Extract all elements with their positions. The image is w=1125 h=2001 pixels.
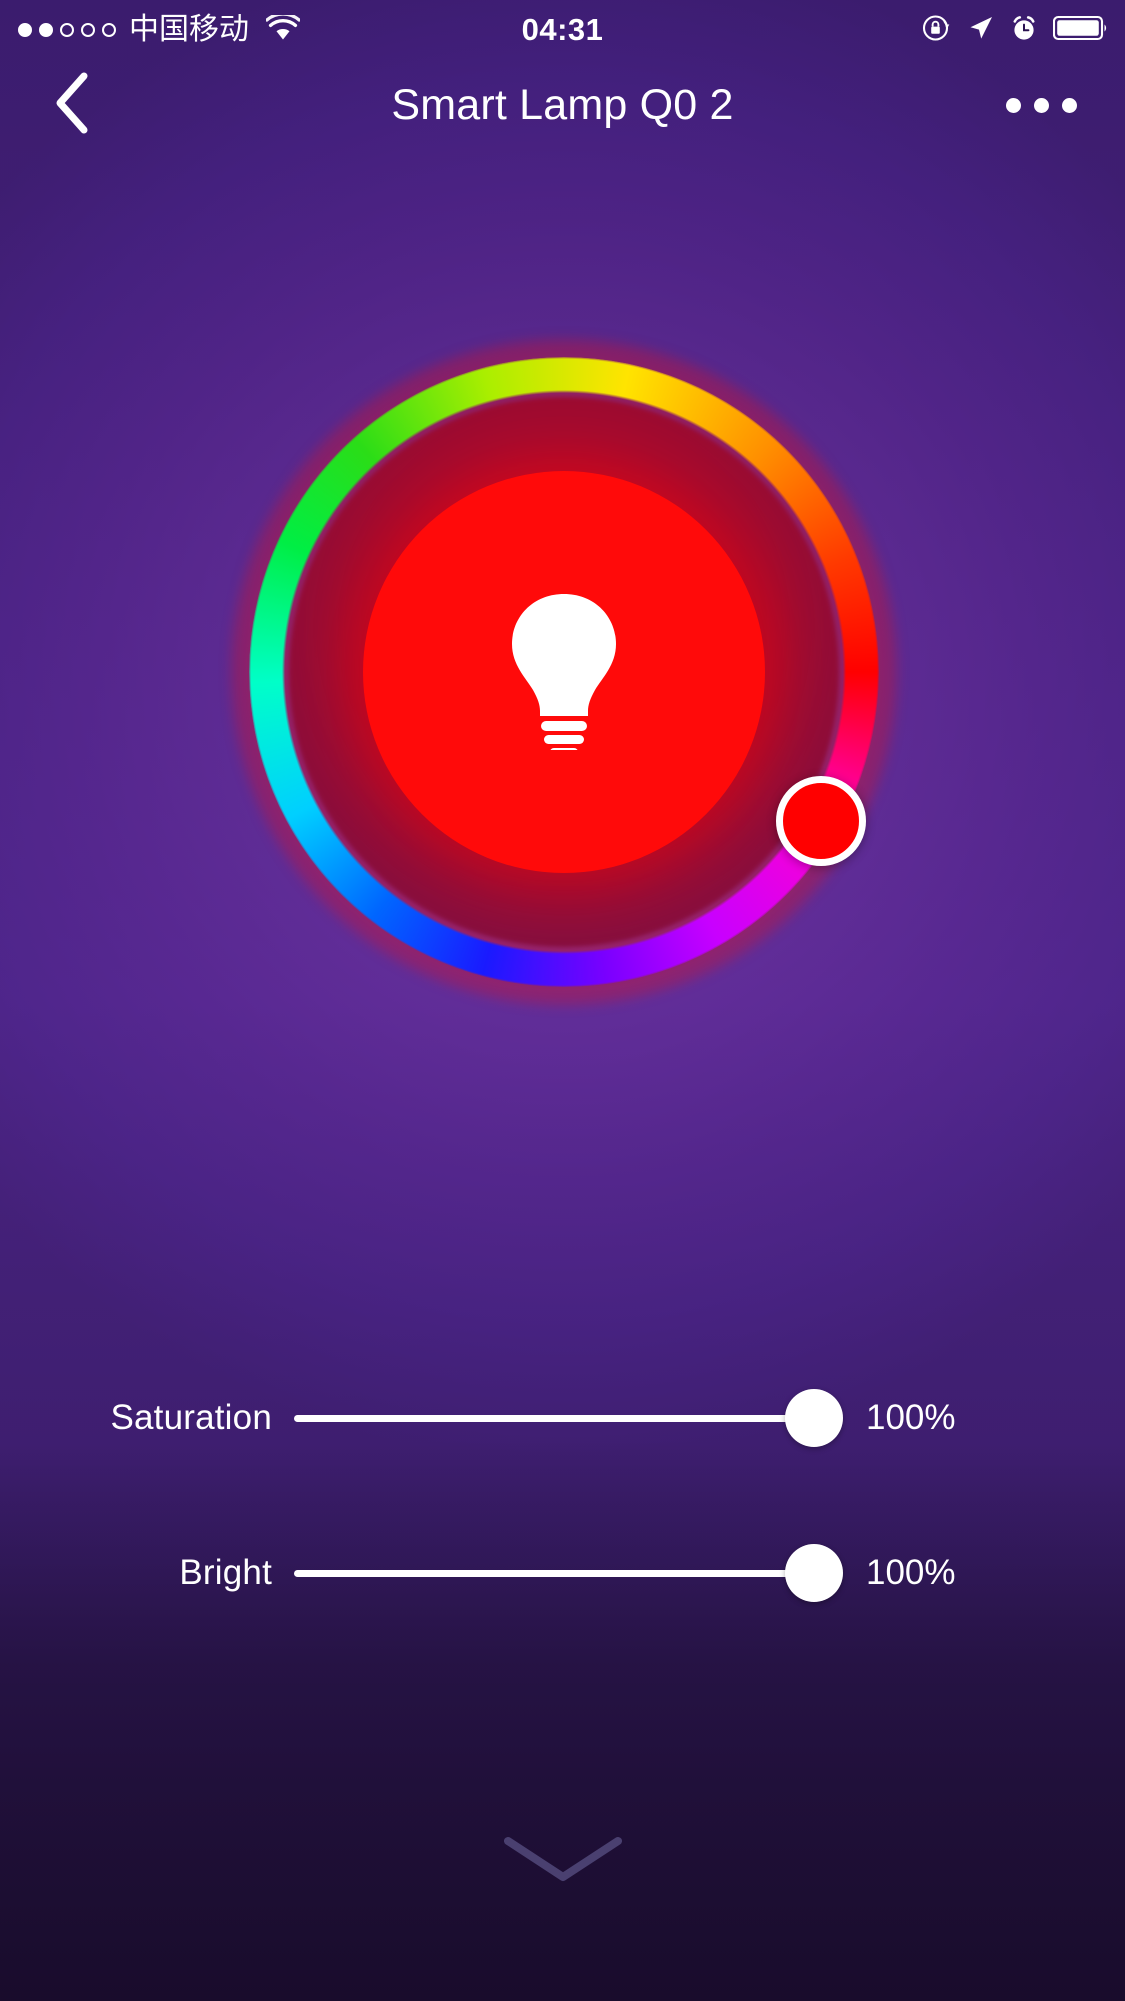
- bright-slider-thumb[interactable]: [785, 1544, 843, 1602]
- status-bar-clock: 04:31: [521, 12, 604, 47]
- smart-lamp-screen: 中国移动 04:31 Smart Lamp Q0 2 Saturation 10…: [0, 0, 1125, 2001]
- more-options-button[interactable]: [981, 60, 1101, 150]
- saturation-value: 100%: [866, 1398, 956, 1437]
- location-arrow-icon: [965, 13, 995, 48]
- bright-value: 100%: [866, 1553, 956, 1592]
- bright-slider[interactable]: [294, 1538, 843, 1608]
- nav-bar: Smart Lamp Q0 2: [0, 60, 1125, 150]
- hue-selector-handle[interactable]: [776, 775, 867, 866]
- saturation-slider-thumb[interactable]: [785, 1389, 843, 1447]
- more-options-icon-dot2: [1033, 97, 1049, 113]
- saturation-label: Saturation: [110, 1398, 272, 1437]
- collapse-panel-button[interactable]: [0, 1791, 1125, 1931]
- rotation-lock-icon: [920, 12, 951, 48]
- more-options-icon: [1005, 97, 1021, 113]
- chevron-down-icon: [500, 1833, 626, 1890]
- status-bar: 中国移动 04:31: [0, 0, 1125, 60]
- bright-slider-row: Bright 100%: [0, 1538, 1125, 1608]
- battery-icon: [1052, 14, 1109, 47]
- bright-slider-track[interactable]: [294, 1570, 814, 1577]
- bright-label: Bright: [179, 1553, 272, 1592]
- page-title: Smart Lamp Q0 2: [391, 80, 734, 129]
- saturation-slider-row: Saturation 100%: [0, 1383, 1125, 1453]
- light-bulb-icon: [505, 590, 623, 756]
- more-options-icon-dot3: [1061, 97, 1077, 113]
- color-wheel[interactable]: [231, 339, 897, 1005]
- power-toggle-button[interactable]: [363, 471, 765, 873]
- saturation-slider-track[interactable]: [294, 1415, 814, 1422]
- saturation-slider[interactable]: [294, 1383, 843, 1453]
- alarm-clock-icon: [1009, 13, 1039, 48]
- status-bar-right: [920, 0, 1109, 60]
